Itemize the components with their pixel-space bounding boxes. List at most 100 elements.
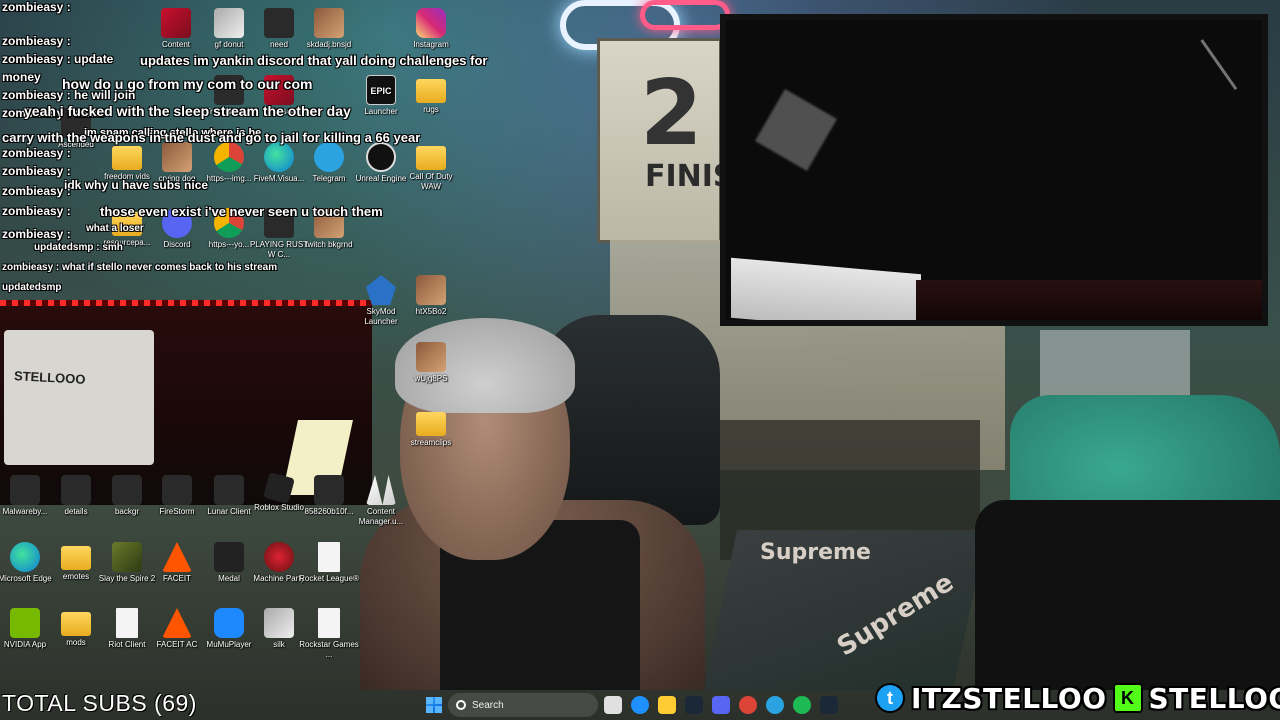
- chat-message: how do u go from my com to our com: [62, 76, 313, 92]
- desktop-icon-label: NVIDIA App: [3, 640, 47, 649]
- desktop-icon-label: MuMuPlayer: [206, 640, 252, 649]
- kick-handle: STELLOOO: [1148, 681, 1280, 715]
- desktop-icon[interactable]: Content Manager.u...: [350, 475, 412, 527]
- steam-icon[interactable]: [685, 696, 703, 714]
- desktop-icon-label: mods: [66, 638, 86, 647]
- game-capture-window: [720, 14, 1268, 326]
- chat-message: zombieasy : what if stello never comes b…: [2, 262, 278, 273]
- desktop-icon-label: htX5Bo2: [415, 307, 447, 316]
- kick-icon: K: [1112, 683, 1143, 713]
- content-icon: [366, 475, 396, 505]
- chat-overlay: zombieasy : zombieasy : zombieasy : upda…: [0, 0, 520, 300]
- desktop-icon-label: backgr: [114, 507, 139, 516]
- social-handles: t ITZSTELLOO K STELLOOO: [875, 681, 1280, 715]
- chat-message: yeah i fucked with the sleep stream the …: [24, 103, 351, 119]
- desktop-icon[interactable]: Rockstar Games ...: [298, 608, 360, 660]
- search-icon: [456, 700, 466, 710]
- twitter-icon: t: [875, 683, 905, 713]
- dark-icon: [112, 475, 142, 505]
- dark-icon: [10, 475, 40, 505]
- slay-icon: [112, 542, 142, 572]
- desktop-icon-label: streamclips: [410, 438, 452, 447]
- taskbar-search[interactable]: Search: [448, 693, 598, 717]
- folder-icon: [61, 546, 91, 570]
- machine-icon: [264, 542, 294, 572]
- nvidia-icon: [10, 608, 40, 638]
- mumu-icon: [214, 608, 244, 638]
- chat-message: zombieasy :: [2, 0, 71, 14]
- search-placeholder: Search: [472, 699, 504, 711]
- copilot-icon[interactable]: [604, 696, 622, 714]
- folder-icon: [61, 612, 91, 636]
- photo-icon: [416, 342, 446, 372]
- desktop-icon-label: Content Manager.u...: [358, 507, 404, 526]
- chrome-icon[interactable]: [739, 696, 757, 714]
- doc-icon: [116, 608, 138, 638]
- explorer-icon[interactable]: [658, 696, 676, 714]
- total-subs-counter: TOTAL SUBS (69): [2, 690, 197, 716]
- spotify-icon[interactable]: [793, 696, 811, 714]
- desktop-icon-label: 858260b10f...: [304, 507, 354, 516]
- taskbar-apps: [604, 696, 838, 714]
- chat-message: zombieasy :: [2, 146, 71, 160]
- desktop-icon-label: Riot Client: [108, 640, 146, 649]
- chat-message: updates im yankin discord that yall doin…: [140, 53, 488, 68]
- dark-icon: [214, 475, 244, 505]
- desktop-icon-label: silk: [273, 640, 285, 649]
- telegram-icon[interactable]: [766, 696, 784, 714]
- edge-icon: [10, 542, 40, 572]
- poster-number: 2: [640, 61, 703, 166]
- discord-icon[interactable]: [712, 696, 730, 714]
- faceit-icon: [162, 542, 192, 572]
- chat-message: zombieasy :: [2, 204, 71, 218]
- desktop-icon-label: SkyMod Launcher: [364, 307, 398, 326]
- desktop-icon-label: FireStorm: [159, 507, 195, 516]
- dark-icon: [162, 475, 192, 505]
- doc-icon: [318, 608, 340, 638]
- twitter-handle: ITZSTELLOO: [911, 681, 1107, 715]
- faceit-icon: [162, 608, 192, 638]
- led-strip: [0, 300, 372, 306]
- desktop-icon[interactable]: wUjg8PS: [400, 342, 462, 384]
- desktop-icon-label: FACEIT AC: [156, 640, 198, 649]
- chat-message: zombieasy :: [2, 164, 71, 178]
- dark-icon: [61, 475, 91, 505]
- chat-message: updatedsmp : smh: [34, 242, 123, 253]
- desktop-icon-label: FACEIT: [162, 574, 191, 583]
- chat-message: carry with the weapons in the dust and g…: [2, 130, 421, 145]
- desktop-icon-label: details: [64, 507, 88, 516]
- edge-icon[interactable]: [631, 696, 649, 714]
- desktop-icon[interactable]: streamclips: [400, 408, 462, 448]
- desktop-icon-label: Malwareby...: [2, 507, 48, 516]
- steam-icon-2[interactable]: [820, 696, 838, 714]
- desktop-icon-label: Rocket League®: [299, 574, 359, 583]
- desktop-icon-label: Microsoft Edge: [0, 574, 52, 583]
- desktop-icon-label: Medal: [218, 574, 240, 583]
- rug-text-1: Supreme: [760, 540, 871, 565]
- capture-light: [755, 89, 837, 171]
- finish-poster: 2 FINISH: [597, 38, 760, 243]
- chat-message: those even exist i've never seen u touch…: [100, 204, 383, 219]
- capture-scratch: [1200, 20, 1262, 91]
- chat-message: what a loser: [86, 223, 144, 234]
- roblox-icon: [263, 472, 295, 504]
- chat-message: zombieasy :: [2, 34, 71, 48]
- dark-icon: [314, 475, 344, 505]
- start-icon[interactable]: [426, 697, 442, 713]
- desktop-icon-label: Machine Party: [253, 574, 305, 583]
- cam-poster: [4, 330, 154, 465]
- doc-icon: [318, 542, 340, 572]
- taskbar: Search: [420, 690, 870, 720]
- neon-light-2: [640, 0, 730, 30]
- desktop-icon-label: wUjg8PS: [414, 374, 448, 383]
- desktop-icon-label: Lunar Client: [207, 507, 251, 516]
- desktop-icon-label: emotes: [62, 572, 90, 581]
- medal-icon: [214, 542, 244, 572]
- chat-message: updatedsmp: [2, 282, 62, 293]
- dark-chair: [975, 500, 1280, 690]
- chat-message: zombieasy :: [2, 227, 71, 241]
- desktop-icon[interactable]: Rocket League®: [298, 542, 360, 584]
- chat-message: idk why u have subs nice: [64, 178, 209, 192]
- capture-floor: [731, 257, 921, 320]
- capture-red-area: [916, 280, 1262, 320]
